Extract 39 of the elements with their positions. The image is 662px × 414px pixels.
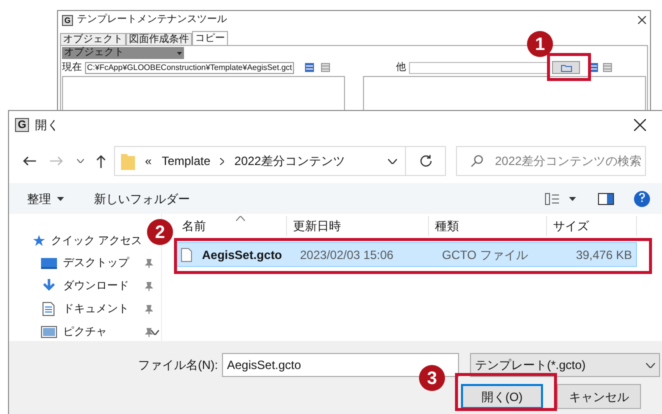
window-title: 開く [35,117,59,134]
nav-item[interactable]: クイック アクセス [33,232,142,250]
column-header[interactable]: 名前 [176,216,287,236]
window-title: テンプレートメンテナンスツール [77,15,227,25]
field-label: 他 [396,62,406,72]
nav-item[interactable]: デスクトップ [33,254,153,273]
tab[interactable]: オブジェクト [60,33,126,46]
app-icon: G [62,14,73,26]
new-folder-button[interactable]: 新しいフォルダー [94,190,190,208]
filetype-dropdown[interactable]: テンプレート(*.gcto) [470,353,660,377]
file-date: 2023/02/03 15:06 [300,246,394,264]
dropdown-value: テンプレート(*.gcto) [475,357,586,374]
column-header[interactable]: サイズ [547,216,637,236]
nav-item[interactable]: ピクチャ [33,323,153,341]
search-placeholder: 2022差分コンテンツの検索 [495,153,642,170]
file-type: GCTO ファイル [442,246,529,264]
file-size: 39,476 KB [574,246,632,264]
category-dropdown[interactable]: オブジェクト [62,47,184,59]
address-bar[interactable]: « Template 2022差分コンテンツ [114,146,446,176]
nav-item[interactable]: ダウンロード [33,278,153,296]
dropdown-value: オブジェクト [64,48,124,58]
search-field[interactable]: 2022差分コンテンツの検索 [456,146,646,176]
breadcrumb[interactable]: 2022差分コンテンツ [234,152,346,170]
field-label: 現在 [62,62,82,72]
app-icon: G [15,118,29,132]
column-header[interactable]: 種類 [429,216,547,236]
breadcrumb[interactable]: Template [162,152,210,170]
cancel-button[interactable]: キャンセル [557,384,641,409]
path-field[interactable]: C:¥FcApp¥GLOOBEConstruction¥Template¥AegisSet.gct [85,62,294,74]
open-button[interactable]: 開く(O) [461,384,543,409]
file-row[interactable]: AegisSet.gcto 2023/02/03 15:06 GCTO ファイル 39,476 KB [174,242,637,267]
column-header[interactable]: 更新日時 [287,216,429,236]
tab[interactable]: コピー [192,31,228,46]
breadcrumb-overflow[interactable]: « [145,152,152,170]
file-name: AegisSet.gcto [202,246,284,264]
tab[interactable]: 図面作成条件 [126,33,192,46]
organize-button[interactable]: 整理 [27,190,64,208]
field-label: ファイル名(N): [138,357,218,374]
nav-item[interactable]: ドキュメント [33,300,153,318]
